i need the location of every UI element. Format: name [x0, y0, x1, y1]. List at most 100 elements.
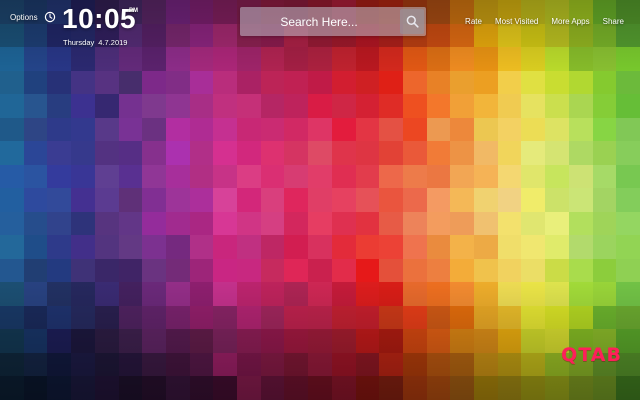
- wallpaper-tile: [94, 47, 119, 71]
- wallpaper-tile: [450, 94, 475, 118]
- wallpaper-tile: [23, 164, 48, 189]
- wallpaper-tile: [331, 211, 356, 236]
- wallpaper-tile: [331, 235, 356, 259]
- wallpaper-tile: [426, 47, 451, 71]
- nav-share[interactable]: Share: [603, 17, 624, 26]
- wallpaper-tile: [355, 376, 380, 400]
- wallpaper-tile: [568, 235, 593, 259]
- wallpaper-tile: [142, 70, 166, 95]
- wallpaper-tile: [47, 47, 72, 71]
- wallpaper-tile: [379, 164, 403, 189]
- wallpaper-tile: [284, 305, 309, 330]
- wallpaper-tile: [331, 282, 356, 306]
- wallpaper-tile: [592, 188, 617, 212]
- wallpaper-tile: [379, 188, 403, 212]
- wallpaper-tile: [23, 117, 48, 142]
- wallpaper-tile: [260, 188, 285, 212]
- search-button[interactable]: [400, 9, 424, 34]
- wallpaper-tile: [568, 70, 593, 95]
- wallpaper-tile: [237, 376, 261, 400]
- wallpaper-tile: [402, 188, 427, 212]
- wallpaper-tile: [71, 188, 95, 212]
- wallpaper-tile: [213, 141, 238, 165]
- wallpaper-tile: [71, 117, 95, 142]
- wallpaper-tile: [237, 117, 261, 142]
- wallpaper-tile: [189, 0, 214, 24]
- wallpaper-tile: [94, 211, 119, 236]
- wallpaper-tile: [568, 141, 593, 165]
- wallpaper-tile: [165, 188, 190, 212]
- wallpaper-tile: [189, 235, 214, 259]
- wallpaper-tile: [497, 70, 522, 95]
- wallpaper-tile: [568, 376, 593, 400]
- search-input[interactable]: [240, 7, 398, 36]
- wallpaper-tile: [142, 23, 166, 48]
- wallpaper-tile: [165, 164, 190, 189]
- nav-rate[interactable]: Rate: [465, 17, 482, 26]
- nav-more-apps[interactable]: More Apps: [551, 17, 589, 26]
- wallpaper-tile: [237, 94, 261, 118]
- wallpaper-tile: [426, 23, 451, 48]
- wallpaper-tile: [142, 352, 166, 377]
- wallpaper-tile: [331, 47, 356, 71]
- wallpaper-tile: [497, 282, 522, 306]
- wallpaper-tile: [545, 94, 569, 118]
- wallpaper-tile: [165, 329, 190, 353]
- wallpaper-tile: [545, 258, 569, 283]
- wallpaper-tile: [189, 305, 214, 330]
- wallpaper-tile: [165, 258, 190, 283]
- wallpaper-tile: [165, 211, 190, 236]
- wallpaper-tile: [402, 305, 427, 330]
- wallpaper-tile: [331, 329, 356, 353]
- wallpaper-tile: [0, 47, 24, 71]
- wallpaper-tile: [71, 258, 95, 283]
- wallpaper-tile: [213, 188, 238, 212]
- clock-icon[interactable]: [44, 11, 56, 23]
- wallpaper-tile: [355, 164, 380, 189]
- wallpaper-tile: [47, 305, 72, 330]
- wallpaper-tile: [592, 258, 617, 283]
- wallpaper-tile: [189, 141, 214, 165]
- clock-date: Thursday 4.7.2019: [63, 38, 127, 47]
- wallpaper-tile: [142, 117, 166, 142]
- wallpaper-tile: [426, 258, 451, 283]
- wallpaper-tile: [94, 352, 119, 377]
- wallpaper-tile: [189, 352, 214, 377]
- wallpaper-tile: [355, 329, 380, 353]
- wallpaper-tile: [474, 235, 498, 259]
- wallpaper-tile: [260, 376, 285, 400]
- wallpaper-tile: [142, 258, 166, 283]
- wallpaper-tile: [355, 47, 380, 71]
- wallpaper-tile: [402, 117, 427, 142]
- wallpaper-tile: [308, 258, 332, 283]
- wallpaper-tile: [497, 329, 522, 353]
- wallpaper-tile: [189, 94, 214, 118]
- wallpaper-tile: [616, 188, 640, 212]
- wallpaper-tile: [521, 47, 546, 71]
- wallpaper-tile: [142, 211, 166, 236]
- wallpaper-tile: [260, 211, 285, 236]
- wallpaper-tile: [71, 235, 95, 259]
- wallpaper-tile: [331, 188, 356, 212]
- wallpaper-tile: [47, 352, 72, 377]
- wallpaper-tile: [118, 94, 143, 118]
- wallpaper-tile: [426, 141, 451, 165]
- wallpaper-tile: [616, 282, 640, 306]
- options-button[interactable]: Options: [10, 13, 38, 22]
- wallpaper-tile: [71, 94, 95, 118]
- wallpaper-tile: [426, 117, 451, 142]
- wallpaper-tile: [94, 305, 119, 330]
- wallpaper-tile: [497, 94, 522, 118]
- wallpaper-tile: [94, 329, 119, 353]
- wallpaper-tile: [260, 94, 285, 118]
- wallpaper-tile: [497, 235, 522, 259]
- wallpaper-tile: [165, 117, 190, 142]
- wallpaper-tile: [118, 282, 143, 306]
- wallpaper-tile: [426, 282, 451, 306]
- wallpaper-tile: [474, 94, 498, 118]
- wallpaper-tile: [568, 117, 593, 142]
- wallpaper-tile: [0, 94, 24, 118]
- wallpaper-tile: [308, 117, 332, 142]
- wallpaper-tile: [474, 376, 498, 400]
- nav-most-visited[interactable]: Most Visited: [495, 17, 538, 26]
